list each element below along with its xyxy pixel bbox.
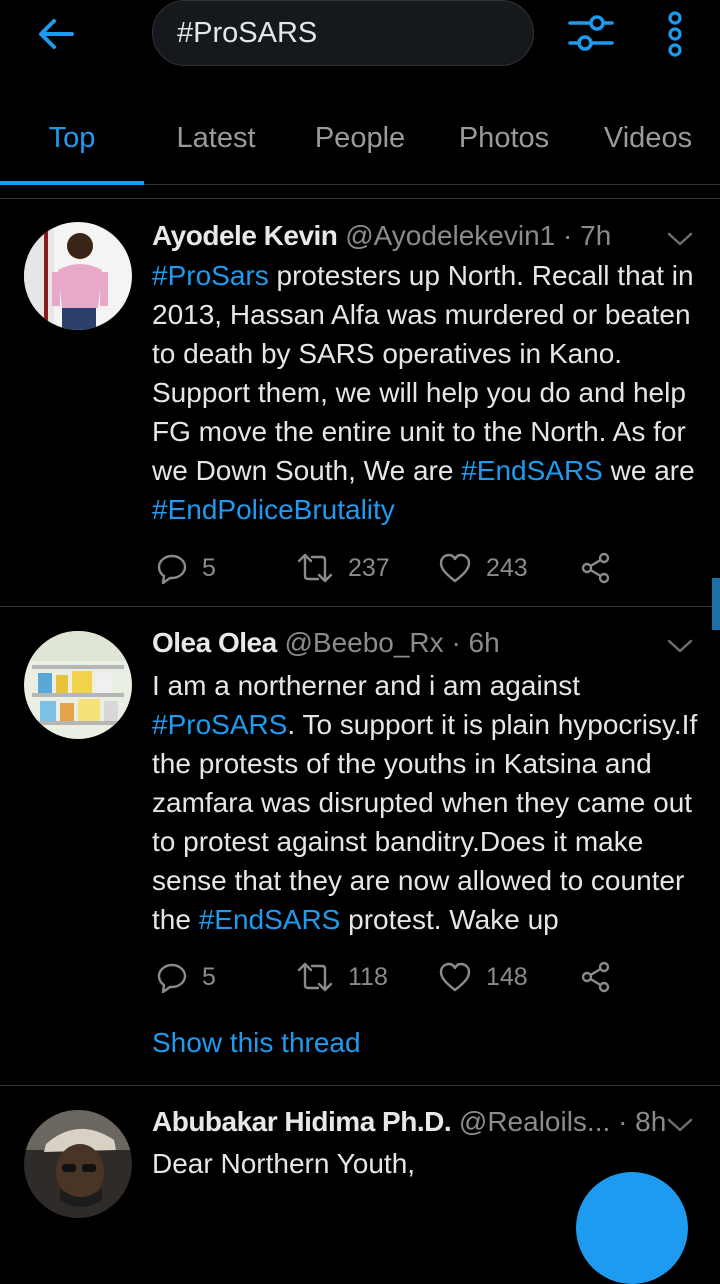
tweet-text-segment: protesters up North. Recall that in 2013…	[152, 260, 694, 486]
separator-dot: ·	[618, 1106, 628, 1137]
tweet-text-segment: we are	[602, 455, 695, 486]
reply-count: 5	[202, 553, 216, 582]
filter-icon[interactable]	[566, 10, 616, 56]
avatar[interactable]	[24, 222, 132, 330]
tweet[interactable]: Olea Olea @Beebo_Rx · 6h I am a northern…	[0, 607, 720, 1085]
tweet-actions: 5 237 243	[152, 548, 632, 588]
tab-videos[interactable]: Videos	[576, 96, 720, 180]
like-button[interactable]: 148	[438, 957, 528, 997]
show-thread-link[interactable]: Show this thread	[152, 1027, 361, 1059]
tab-latest[interactable]: Latest	[144, 96, 288, 180]
divider	[0, 198, 720, 199]
chevron-down-icon[interactable]	[666, 637, 694, 655]
tweet-text-segment: Dear Northern Youth,	[152, 1148, 416, 1179]
like-count: 148	[486, 962, 528, 991]
chevron-down-icon[interactable]	[666, 1116, 694, 1134]
timestamp[interactable]: 8h	[635, 1106, 666, 1137]
share-icon	[581, 961, 610, 993]
retweet-button[interactable]: 237	[296, 548, 390, 588]
retweet-icon	[297, 553, 333, 583]
share-button[interactable]	[580, 548, 612, 588]
user-handle[interactable]: @Realoils...	[459, 1106, 610, 1137]
scrollbar-thumb[interactable]	[712, 578, 720, 630]
tweet-header: Olea Olea @Beebo_Rx · 6h	[152, 627, 500, 659]
avatar[interactable]	[24, 1110, 132, 1218]
hashtag-link[interactable]: #EndPoliceBrutality	[152, 494, 395, 525]
back-arrow-icon[interactable]	[34, 12, 78, 56]
tweet-text-segment: . To support it is plain hypocrisy.If th…	[152, 709, 698, 935]
reply-icon	[157, 963, 187, 993]
reply-count: 5	[202, 962, 216, 991]
tab-top[interactable]: Top	[0, 96, 144, 180]
retweet-count: 118	[348, 962, 388, 991]
compose-tweet-button[interactable]	[576, 1172, 688, 1284]
separator-dot: ·	[451, 627, 461, 658]
tweet-header: Abubakar Hidima Ph.D. @Realoils... · 8h	[152, 1106, 666, 1138]
timestamp[interactable]: 7h	[580, 220, 611, 251]
tab-photos[interactable]: Photos	[432, 96, 576, 180]
avatar[interactable]	[24, 631, 132, 739]
retweet-icon	[297, 962, 333, 992]
tweet-text-segment: I am a northerner and i am against	[152, 670, 581, 701]
like-button[interactable]: 243	[438, 548, 528, 588]
tab-people[interactable]: People	[288, 96, 432, 180]
separator-dot: ·	[563, 220, 573, 251]
heart-icon	[439, 553, 471, 583]
hashtag-link[interactable]: #EndSARS	[199, 904, 341, 935]
active-tab-indicator	[0, 181, 144, 185]
reply-button[interactable]: 5	[156, 548, 216, 588]
tweet-text-segment: protest. Wake up	[340, 904, 559, 935]
chevron-down-icon[interactable]	[666, 230, 694, 248]
retweet-count: 237	[348, 553, 390, 582]
timestamp[interactable]: 6h	[469, 627, 500, 658]
tweet-actions: 5 118 148	[152, 957, 632, 997]
tweet-text: #ProSars protesters up North. Recall tha…	[152, 256, 702, 529]
hashtag-link[interactable]: #ProSars	[152, 260, 269, 291]
user-handle[interactable]: @Beebo_Rx	[284, 627, 443, 658]
tweet-text: I am a northerner and i am against #ProS…	[152, 666, 702, 939]
hashtag-link[interactable]: #ProSARS	[152, 709, 287, 740]
share-button[interactable]	[580, 957, 612, 997]
like-count: 243	[486, 553, 528, 582]
reply-button[interactable]: 5	[156, 957, 216, 997]
hashtag-link[interactable]: #EndSARS	[461, 455, 603, 486]
tweet[interactable]: Ayodele Kevin @Ayodelekevin1 · 7h #ProSa…	[0, 200, 720, 606]
user-handle[interactable]: @Ayodelekevin1	[345, 220, 555, 251]
top-bar: #ProSARS	[0, 0, 720, 72]
share-icon	[581, 552, 610, 584]
heart-icon	[439, 962, 471, 992]
more-options-icon[interactable]	[660, 10, 690, 58]
search-tabs: Top Latest People Photos Videos	[0, 96, 720, 185]
search-input[interactable]: #ProSARS	[152, 0, 534, 66]
tweet-header: Ayodele Kevin @Ayodelekevin1 · 7h	[152, 220, 611, 252]
search-query: #ProSARS	[177, 16, 318, 49]
display-name[interactable]: Ayodele Kevin	[152, 220, 338, 251]
display-name[interactable]: Olea Olea	[152, 627, 277, 658]
display-name[interactable]: Abubakar Hidima Ph.D.	[152, 1106, 452, 1137]
retweet-button[interactable]: 118	[296, 957, 388, 997]
reply-icon	[157, 554, 187, 584]
